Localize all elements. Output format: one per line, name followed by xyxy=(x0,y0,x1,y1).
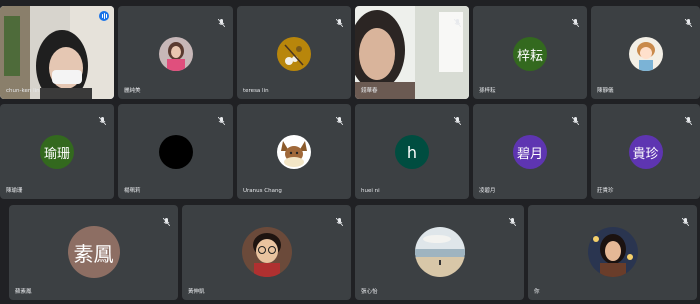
participant-tile[interactable]: 黃伸凱 xyxy=(182,205,351,300)
mic-off-icon xyxy=(162,211,171,227)
participant-name: huei ni xyxy=(361,188,380,194)
participant-tile[interactable]: 素鳳 蘇素鳳 xyxy=(9,205,178,300)
flower-photo-avatar xyxy=(277,37,311,71)
participant-tile[interactable]: 你 xyxy=(528,205,697,300)
participant-name: chun-ken lin xyxy=(6,88,40,94)
participant-tile[interactable]: Uranus Chang xyxy=(237,104,351,199)
initials-avatar: 素鳳 xyxy=(67,226,120,278)
participant-tile[interactable]: 錢華春 xyxy=(355,6,469,99)
mic-off-icon xyxy=(571,110,580,126)
mic-off-icon xyxy=(453,12,462,28)
participant-name: 楊珮莉 xyxy=(124,188,141,194)
participant-name: Uranus Chang xyxy=(243,188,282,194)
beach-photo-avatar xyxy=(414,227,465,277)
boy-glasses-avatar xyxy=(241,227,292,277)
mic-off-icon xyxy=(571,12,580,28)
mic-off-icon xyxy=(681,211,690,227)
participant-name: 你 xyxy=(534,289,540,295)
mic-off-icon xyxy=(684,110,693,126)
participant-name: 陳靜儀 xyxy=(597,88,614,94)
participant-name: 陳瑜珊 xyxy=(6,188,23,194)
cartoon-girl-avatar xyxy=(628,37,663,71)
mic-off-icon xyxy=(453,110,462,126)
initials-avatar: 貴珍 xyxy=(628,135,663,169)
participant-tile[interactable]: teresa lin xyxy=(237,6,351,99)
participant-name: 凌碧月 xyxy=(479,188,496,194)
participant-tile[interactable]: 楊珮莉 xyxy=(118,104,233,199)
participant-name: 麗純美 xyxy=(124,88,141,94)
participant-tile[interactable]: 碧月 凌碧月 xyxy=(473,104,587,199)
initials-avatar: 碧月 xyxy=(513,135,547,169)
participant-tile[interactable]: 瑜珊 陳瑜珊 xyxy=(0,104,114,199)
black-avatar xyxy=(158,135,193,169)
participant-tile[interactable]: 貴珍 莊貴珍 xyxy=(591,104,700,199)
participant-name: 莊貴珍 xyxy=(597,188,614,194)
mic-off-icon xyxy=(335,110,344,126)
initials-avatar: h xyxy=(395,135,429,169)
mic-off-icon xyxy=(335,12,344,28)
woman-photo-avatar xyxy=(158,37,193,71)
participant-tile[interactable]: h huei ni xyxy=(355,104,469,199)
mic-off-icon xyxy=(98,110,107,126)
mic-off-icon xyxy=(217,110,226,126)
participant-name: 蘇素鳳 xyxy=(15,289,32,295)
eevee-avatar xyxy=(277,135,311,169)
participant-name: 孫梓耘 xyxy=(479,88,496,94)
participant-tile[interactable]: chun-ken lin xyxy=(0,6,114,99)
participant-name: 張心怡 xyxy=(361,289,378,295)
participant-tile[interactable]: 張心怡 xyxy=(355,205,524,300)
mic-off-icon xyxy=(684,12,693,28)
participant-name: 錢華春 xyxy=(361,88,378,94)
participant-tile[interactable]: 梓耘 孫梓耘 xyxy=(473,6,587,99)
participant-tile[interactable]: 陳靜儀 xyxy=(591,6,700,99)
participant-name: teresa lin xyxy=(243,88,269,94)
participant-name: 黃伸凱 xyxy=(188,289,205,295)
mic-off-icon xyxy=(508,211,517,227)
participant-video xyxy=(0,6,114,99)
initials-avatar: 梓耘 xyxy=(513,37,547,71)
mic-off-icon xyxy=(335,211,344,227)
speaking-indicator-icon xyxy=(99,11,109,21)
mic-off-icon xyxy=(217,12,226,28)
initials-avatar: 瑜珊 xyxy=(40,135,74,169)
participant-tile[interactable]: 麗純美 xyxy=(118,6,233,99)
girl-photo-avatar xyxy=(587,227,638,277)
